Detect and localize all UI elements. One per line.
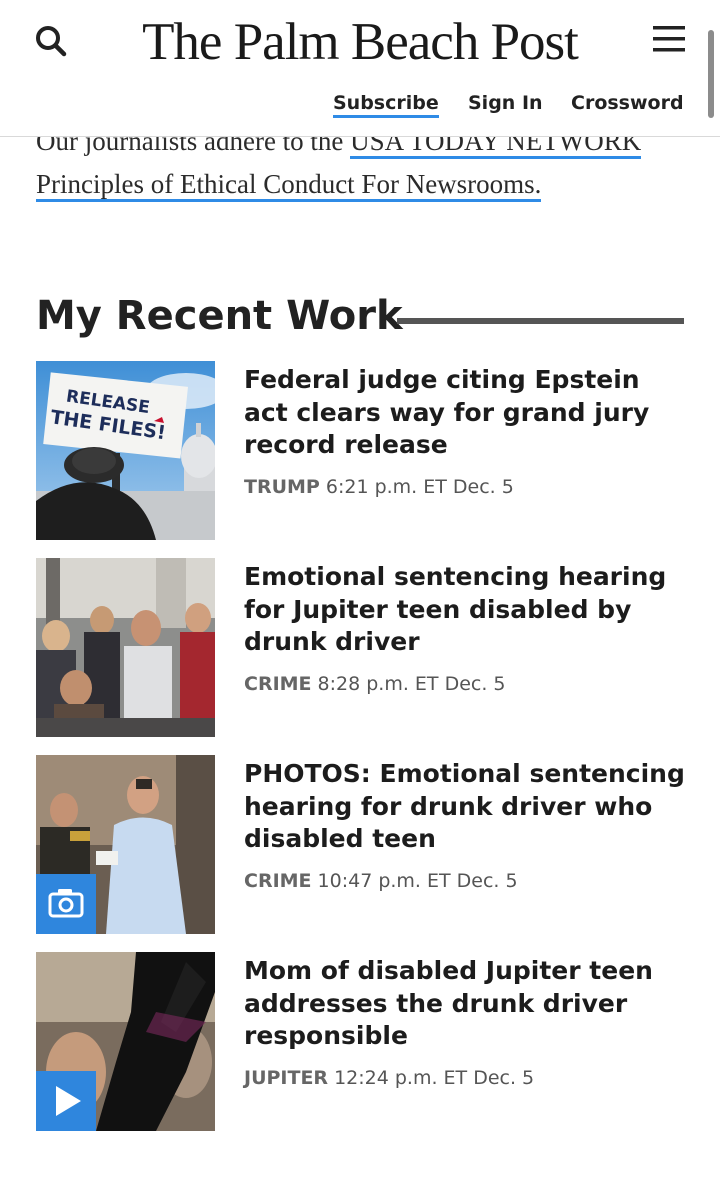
article-meta: JUPITER 12:24 p.m. ET Dec. 5 xyxy=(244,1067,689,1089)
article-tag[interactable]: JUPITER xyxy=(244,1067,328,1089)
article-thumbnail[interactable] xyxy=(36,952,215,1131)
article-thumbnail[interactable] xyxy=(36,558,215,737)
article-card[interactable]: Emotional sentencing hearing for Jupiter… xyxy=(36,558,684,738)
article-time: 10:47 p.m. ET Dec. 5 xyxy=(317,869,518,892)
masthead-logo[interactable]: The Palm Beach Post xyxy=(110,12,610,72)
article-headline[interactable]: Mom of disabled Jupiter teen addresses t… xyxy=(244,955,689,1053)
article-card[interactable]: PHOTOS: Emotional sentencing hearing for… xyxy=(36,755,685,935)
article-headline[interactable]: Emotional sentencing hearing for Jupiter… xyxy=(244,561,689,659)
section-divider xyxy=(397,318,684,324)
photo-gallery-badge[interactable] xyxy=(36,874,96,934)
article-headline[interactable]: PHOTOS: Emotional sentencing hearing for… xyxy=(244,758,689,856)
article-thumbnail[interactable]: RELEASE THE FILES! xyxy=(36,361,215,540)
utility-nav: Subscribe Sign In Crossword xyxy=(0,92,720,122)
article-meta: CRIME 8:28 p.m. ET Dec. 5 xyxy=(244,673,689,695)
sign-in-link[interactable]: Sign In xyxy=(468,92,543,114)
search-icon[interactable] xyxy=(30,20,74,64)
article-time: 8:28 p.m. ET Dec. 5 xyxy=(317,672,506,695)
section-title: My Recent Work xyxy=(36,293,403,339)
article-meta: TRUMP 6:21 p.m. ET Dec. 5 xyxy=(244,476,689,498)
article-tag[interactable]: CRIME xyxy=(244,870,312,892)
subscribe-link[interactable]: Subscribe xyxy=(333,92,439,118)
video-badge[interactable] xyxy=(36,1071,96,1131)
article-tag[interactable]: TRUMP xyxy=(244,476,320,498)
camera-icon xyxy=(48,889,84,918)
hamburger-menu-icon[interactable] xyxy=(648,22,692,58)
crossword-link[interactable]: Crossword xyxy=(571,92,684,114)
article-time: 12:24 p.m. ET Dec. 5 xyxy=(334,1066,535,1089)
article-card[interactable]: Mom of disabled Jupiter teen addresses t… xyxy=(36,952,684,1132)
article-headline[interactable]: Federal judge citing Epstein act clears … xyxy=(244,364,689,462)
article-thumbnail[interactable] xyxy=(36,755,215,934)
page-scrollbar[interactable] xyxy=(708,30,714,118)
article-time: 6:21 p.m. ET Dec. 5 xyxy=(325,475,514,498)
site-header: The Palm Beach Post Subscribe Sign In Cr… xyxy=(0,0,720,137)
article-meta: CRIME 10:47 p.m. ET Dec. 5 xyxy=(244,870,689,892)
play-icon xyxy=(56,1086,81,1116)
article-tag[interactable]: CRIME xyxy=(244,673,312,695)
article-card[interactable]: RELEASE THE FILES! Federal judge citing … xyxy=(36,361,684,541)
